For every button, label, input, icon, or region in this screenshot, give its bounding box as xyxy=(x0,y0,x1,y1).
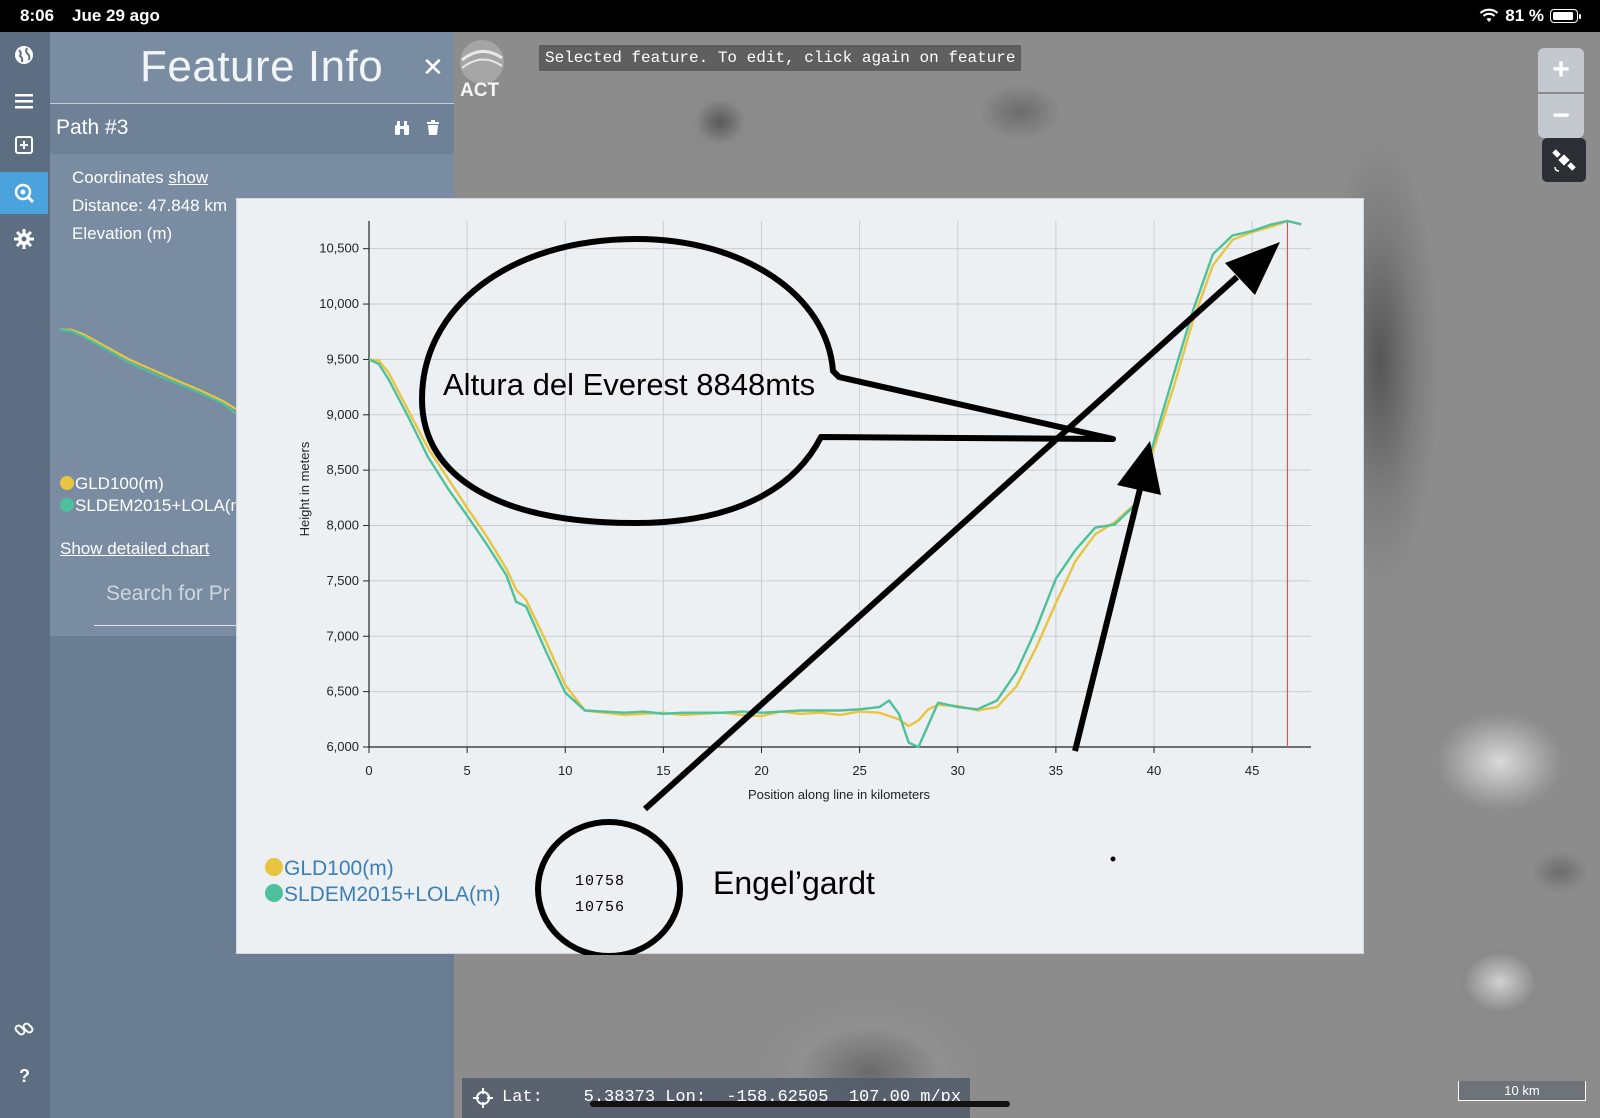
legend-gld100-label: GLD100(m) xyxy=(284,857,394,880)
arrow-to-summit xyxy=(642,274,1240,812)
x-tick-label: 20 xyxy=(754,763,768,778)
zoom-in-button[interactable]: + xyxy=(1538,48,1584,92)
rail-settings-button[interactable] xyxy=(0,218,48,260)
everest-callout-text: Altura del Everest 8848mts xyxy=(443,367,816,402)
menu-icon xyxy=(15,94,33,109)
mini-legend-sldem-label: SLDEM2015+LOLA(m) xyxy=(75,496,251,515)
y-tick-label: 7,000 xyxy=(326,628,359,643)
gear-icon xyxy=(14,229,34,249)
path-name: Path #3 xyxy=(56,116,129,139)
rail-layers-button[interactable] xyxy=(0,80,48,122)
status-indicators: 81 % xyxy=(1479,6,1581,26)
legend-sldem-dot xyxy=(265,884,283,902)
tool-rail: ? xyxy=(0,32,50,1118)
x-tick-label: 35 xyxy=(1049,763,1063,778)
home-indicator[interactable] xyxy=(590,1101,1010,1107)
hand-annotations xyxy=(419,236,1280,955)
readout-value-1: 10758 xyxy=(575,873,626,890)
add-box-icon xyxy=(15,136,33,154)
distance-value: 47.848 km xyxy=(147,196,227,215)
y-tick-label: 6,000 xyxy=(326,739,359,754)
coordinate-readout: Lat: 5.38373 Lon: -158.62505 107.00 m/px xyxy=(462,1078,970,1118)
close-button[interactable]: ✕ xyxy=(422,52,444,83)
coordinates-label: Coordinates xyxy=(72,168,164,187)
y-tick-label: 8,000 xyxy=(326,518,359,533)
y-axis-label: Height in meters xyxy=(297,441,312,536)
legend-gld100-dot xyxy=(265,858,283,876)
satellite-button[interactable] xyxy=(1542,138,1586,182)
legend-gld100: GLD100(m) xyxy=(265,857,394,881)
zoom-out-button[interactable]: − xyxy=(1538,94,1584,138)
mini-legend-sldem: SLDEM2015+LOLA(m) xyxy=(60,496,250,516)
distance-label: Distance: xyxy=(72,196,143,215)
svg-text:?: ? xyxy=(19,1066,30,1086)
y-tick-label: 10,000 xyxy=(319,296,359,311)
rail-feature-info-button[interactable] xyxy=(0,172,48,214)
battery-icon xyxy=(1550,9,1581,23)
sldem-dot xyxy=(60,498,74,512)
mini-legend-gld100-label: GLD100(m) xyxy=(75,474,164,493)
search-location-icon xyxy=(14,183,35,204)
coordinates-line: Coordinates show xyxy=(72,168,208,188)
x-tick-label: 5 xyxy=(464,763,471,778)
legend-sldem-label: SLDEM2015+LOLA(m) xyxy=(284,883,501,906)
coordinates-show-link[interactable]: show xyxy=(168,168,208,187)
panel-title: Feature Info xyxy=(140,42,384,91)
binoculars-icon[interactable] xyxy=(394,120,410,136)
link-icon xyxy=(14,1022,34,1036)
series-line-gld100 xyxy=(368,219,1302,728)
globe-icon xyxy=(15,46,33,64)
wifi-icon xyxy=(1480,8,1499,22)
y-tick-label: 6,500 xyxy=(326,684,359,699)
gld100-dot xyxy=(60,476,74,490)
mini-legend-gld100: GLD100(m) xyxy=(60,474,164,494)
crosshair-icon xyxy=(473,1088,493,1108)
x-tick-label: 10 xyxy=(558,763,572,778)
elevation-profile-chart[interactable]: 0 5 10 15 20 25 30 35 40 45 6,000 6,500 7,000 7,500 8,… xyxy=(237,199,1365,955)
x-tick-label: 30 xyxy=(951,763,965,778)
trash-icon[interactable] xyxy=(426,120,440,136)
readout-value-2: 10756 xyxy=(575,899,626,916)
y-tick-label: 8,500 xyxy=(326,462,359,477)
series-line-sldem2015 xyxy=(368,219,1302,749)
status-date: Jue 29 ago xyxy=(72,6,160,25)
rail-help-button[interactable]: ? xyxy=(0,1054,48,1096)
x-tick-label: 40 xyxy=(1147,763,1161,778)
battery-percent: 81 % xyxy=(1505,6,1544,25)
x-tick-label: 25 xyxy=(852,763,866,778)
act-logo: ACT xyxy=(460,40,504,100)
act-logo-text: ACT xyxy=(460,80,499,100)
satellite-icon xyxy=(1552,149,1576,172)
y-tick-label: 10,500 xyxy=(319,241,359,256)
rail-add-button[interactable] xyxy=(0,124,48,166)
distance-line: Distance: 47.848 km xyxy=(72,196,227,216)
x-axis-label: Position along line in kilometers xyxy=(748,787,931,802)
y-tick-label: 9,500 xyxy=(326,351,359,366)
rail-globe-button[interactable] xyxy=(0,34,48,76)
arrow-to-slope xyxy=(1072,488,1143,752)
status-time: 8:06 xyxy=(20,6,55,25)
scale-bar: 10 km xyxy=(1458,1081,1586,1101)
crater-name-text: Engel’gardt xyxy=(713,865,875,901)
detailed-chart-dialog: 0 5 10 15 20 25 30 35 40 45 6,000 6,500 7,000 7,500 8,… xyxy=(236,198,1365,955)
y-tick-label: 7,500 xyxy=(326,573,359,588)
selection-toast: Selected feature. To edit, click again o… xyxy=(539,45,1022,71)
show-detailed-chart-link[interactable]: Show detailed chart xyxy=(60,539,209,559)
x-tick-label: 0 xyxy=(365,763,372,778)
stray-dot xyxy=(1110,856,1116,862)
y-tick-label: 9,000 xyxy=(326,407,359,422)
legend-sldem: SLDEM2015+LOLA(m) xyxy=(265,883,501,907)
x-tick-label: 15 xyxy=(656,763,670,778)
status-bar: 8:06 Jue 29 ago 81 % xyxy=(0,0,1600,32)
x-tick-label: 45 xyxy=(1245,763,1259,778)
rail-link-button[interactable] xyxy=(0,1008,48,1050)
path-header: Path #3 xyxy=(50,104,454,154)
elevation-label: Elevation (m) xyxy=(72,224,173,243)
help-icon: ? xyxy=(19,1066,30,1086)
